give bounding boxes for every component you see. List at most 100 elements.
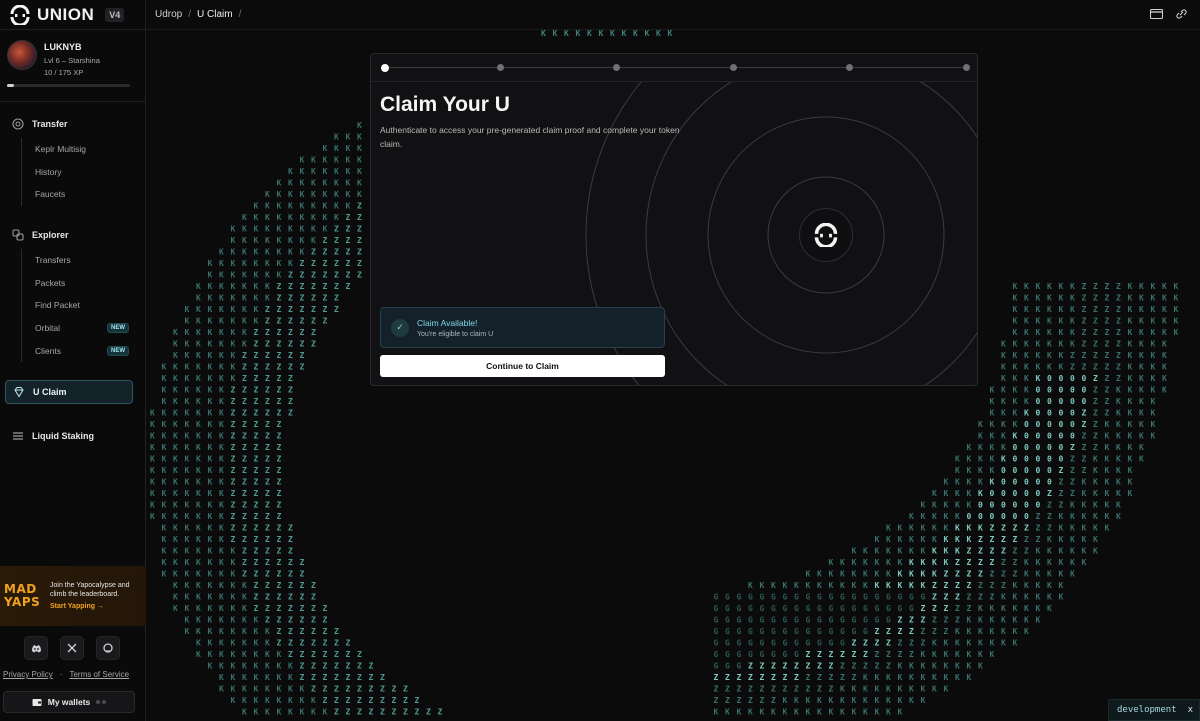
nav-item-transfers[interactable]: Transfers bbox=[22, 249, 146, 272]
matrix-glyph: Z bbox=[242, 512, 247, 521]
matrix-glyph: K bbox=[150, 443, 155, 452]
matrix-glyph: K bbox=[162, 432, 167, 441]
matrix-glyph: Z bbox=[323, 639, 328, 648]
nav-item-faucets[interactable]: Faucets bbox=[22, 183, 146, 206]
nav-item-keplr-multisig[interactable]: Keplr Multisig bbox=[22, 138, 146, 161]
matrix-glyph: K bbox=[1059, 328, 1064, 337]
nav-item-u-claim[interactable]: U Claim bbox=[5, 380, 133, 404]
matrix-glyph: K bbox=[185, 432, 190, 441]
matrix-glyph: 0 bbox=[1024, 478, 1029, 487]
matrix-glyph: K bbox=[1001, 374, 1006, 383]
matrix-glyph: K bbox=[955, 639, 960, 648]
my-wallets-button[interactable]: My wallets bbox=[3, 691, 135, 713]
nav-liquid-staking[interactable]: Liquid Staking bbox=[0, 426, 146, 446]
nav-item-orbital[interactable]: Orbital NEW bbox=[22, 317, 146, 340]
matrix-glyph: K bbox=[208, 501, 213, 510]
matrix-glyph: K bbox=[1162, 317, 1167, 326]
matrix-glyph: K bbox=[219, 662, 224, 671]
breadcrumb-root[interactable]: Udrop bbox=[155, 9, 182, 20]
matrix-glyph: K bbox=[863, 558, 868, 567]
matrix-glyph: Z bbox=[967, 547, 972, 556]
nav-item-packets[interactable]: Packets bbox=[22, 272, 146, 295]
matrix-glyph: Z bbox=[944, 581, 949, 590]
matrix-glyph: K bbox=[898, 570, 903, 579]
nav-explorer[interactable]: Explorer bbox=[0, 225, 146, 245]
matrix-glyph: K bbox=[1139, 386, 1144, 395]
matrix-glyph: G bbox=[921, 593, 926, 602]
matrix-glyph: 0 bbox=[1001, 489, 1006, 498]
github-icon[interactable] bbox=[96, 636, 120, 660]
matrix-glyph: K bbox=[1105, 443, 1110, 452]
terms-of-service-link[interactable]: Terms of Service bbox=[69, 670, 129, 679]
x-twitter-icon[interactable] bbox=[60, 636, 84, 660]
privacy-policy-link[interactable]: Privacy Policy bbox=[3, 670, 53, 679]
matrix-glyph: 0 bbox=[1001, 466, 1006, 475]
matrix-glyph: Z bbox=[231, 432, 236, 441]
matrix-glyph: K bbox=[173, 558, 178, 567]
mad-yaps-promo[interactable]: MAD YAPS Join the Yapocalypse and climb … bbox=[0, 566, 146, 626]
nav-item-history[interactable]: History bbox=[22, 161, 146, 184]
matrix-glyph: K bbox=[265, 627, 270, 636]
matrix-glyph: K bbox=[208, 639, 213, 648]
matrix-glyph: Z bbox=[323, 662, 328, 671]
matrix-glyph: Z bbox=[806, 673, 811, 682]
user-profile[interactable]: LUKNYB Lvl 6 – Starshina 10 / 175 XP bbox=[0, 30, 145, 102]
matrix-glyph: K bbox=[909, 558, 914, 567]
brand[interactable]: UNION V4 bbox=[0, 0, 145, 30]
matrix-glyph: K bbox=[254, 213, 259, 222]
matrix-glyph: K bbox=[886, 558, 891, 567]
matrix-glyph: K bbox=[300, 213, 305, 222]
nav-item-find-packet[interactable]: Find Packet bbox=[22, 294, 146, 317]
matrix-glyph: Z bbox=[242, 374, 247, 383]
matrix-glyph: K bbox=[231, 248, 236, 257]
matrix-glyph: Z bbox=[346, 213, 351, 222]
matrix-glyph: Z bbox=[323, 616, 328, 625]
start-yapping-link[interactable]: Start Yapping → bbox=[50, 603, 132, 610]
matrix-glyph: K bbox=[1116, 409, 1121, 418]
matrix-glyph: Z bbox=[300, 639, 305, 648]
matrix-glyph: Z bbox=[311, 616, 316, 625]
matrix-glyph: K bbox=[1116, 478, 1121, 487]
matrix-glyph: Z bbox=[242, 363, 247, 372]
matrix-glyph: Z bbox=[334, 708, 339, 717]
matrix-glyph: Z bbox=[323, 259, 328, 268]
matrix-glyph: Z bbox=[288, 374, 293, 383]
matrix-glyph: K bbox=[840, 685, 845, 694]
nav-transfer[interactable]: Transfer bbox=[0, 114, 146, 134]
continue-to-claim-button[interactable]: Continue to Claim bbox=[380, 355, 665, 377]
matrix-glyph: K bbox=[219, 248, 224, 257]
matrix-glyph: K bbox=[162, 397, 167, 406]
stepper-step bbox=[613, 64, 621, 71]
matrix-glyph: Z bbox=[1105, 294, 1110, 303]
matrix-glyph: K bbox=[173, 547, 178, 556]
matrix-glyph: Z bbox=[277, 374, 282, 383]
nav-item-clients[interactable]: Clients NEW bbox=[22, 339, 146, 362]
matrix-glyph: K bbox=[978, 443, 983, 452]
matrix-glyph: K bbox=[886, 708, 891, 717]
matrix-glyph: Z bbox=[323, 236, 328, 245]
matrix-glyph: Z bbox=[277, 317, 282, 326]
matrix-glyph: K bbox=[254, 202, 259, 211]
matrix-glyph: K bbox=[990, 455, 995, 464]
matrix-glyph: Z bbox=[1116, 351, 1121, 360]
breadcrumb-current[interactable]: U Claim bbox=[197, 9, 233, 20]
link-icon[interactable] bbox=[1175, 8, 1188, 20]
matrix-glyph: Z bbox=[311, 627, 316, 636]
matrix-glyph: Z bbox=[231, 512, 236, 521]
matrix-glyph: Z bbox=[346, 236, 351, 245]
discord-icon[interactable] bbox=[24, 636, 48, 660]
matrix-glyph: Z bbox=[288, 305, 293, 314]
matrix-glyph: Z bbox=[277, 294, 282, 303]
matrix-glyph: Z bbox=[771, 662, 776, 671]
matrix-glyph: K bbox=[1162, 305, 1167, 314]
matrix-glyph: K bbox=[1013, 351, 1018, 360]
matrix-glyph: Z bbox=[231, 455, 236, 464]
close-environment-tag-button[interactable]: x bbox=[1188, 705, 1193, 715]
matrix-glyph: K bbox=[254, 639, 259, 648]
wallet-card-icon[interactable] bbox=[1150, 8, 1163, 20]
matrix-glyph: K bbox=[277, 696, 282, 705]
matrix-glyph: 0 bbox=[1013, 466, 1018, 475]
matrix-glyph: K bbox=[909, 512, 914, 521]
matrix-glyph: K bbox=[173, 501, 178, 510]
matrix-glyph: G bbox=[840, 627, 845, 636]
